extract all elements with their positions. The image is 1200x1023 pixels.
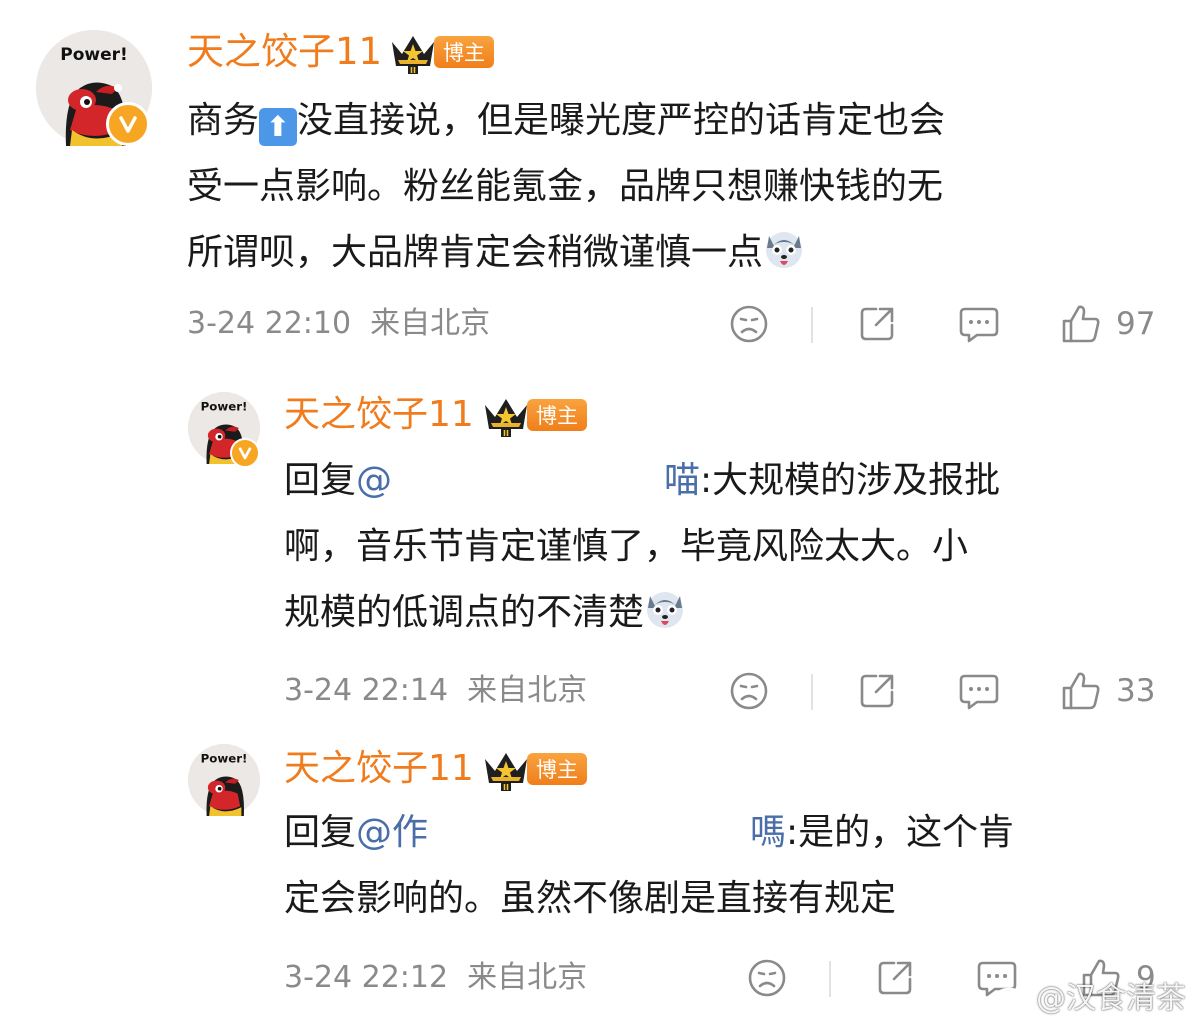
verified-v-icon bbox=[238, 447, 252, 460]
mention-link[interactable]: @作嗎 bbox=[356, 812, 786, 853]
thumbs-up-icon bbox=[1062, 305, 1100, 343]
penguin-avatar-icon: Power! bbox=[188, 744, 260, 816]
comment-item: Power! 天之饺子11 II 博主 商务 ⬆ 没直接说，但是曝光度严控的话肯定也… bbox=[0, 0, 1200, 360]
verified-v-icon bbox=[116, 112, 140, 136]
watermark: @汉食清茶 bbox=[992, 973, 1186, 1017]
comment-line: 所谓呗，大品牌肯定会稍微谨慎一点 bbox=[187, 220, 945, 286]
comment-meta: 3-24 22:12 来自北京 bbox=[284, 957, 587, 999]
share-button[interactable] bbox=[856, 303, 898, 345]
husky-dog-emoji-icon bbox=[647, 592, 684, 628]
crown-icon: II bbox=[485, 753, 527, 791]
weibo-logo-icon bbox=[993, 978, 1032, 1011]
svg-text:II: II bbox=[503, 783, 509, 791]
avatar-caption: Power! bbox=[201, 400, 248, 414]
comment-button[interactable] bbox=[957, 670, 1001, 712]
location: 来自北京 bbox=[467, 960, 588, 995]
verified-badge bbox=[106, 102, 150, 146]
sad-face-icon bbox=[730, 672, 768, 710]
comment-line: 受一点影响。粉丝能氪金，品牌只想赚快钱的无 bbox=[187, 166, 944, 207]
share-button[interactable] bbox=[856, 670, 898, 712]
comment-line: 定会影响的。虽然不像剧是直接有规定 bbox=[284, 878, 897, 919]
comment-line: 回复@ 喵:大规模的涉及报批 bbox=[284, 460, 1001, 501]
username[interactable]: 天之饺子11 bbox=[284, 392, 474, 438]
host-badge: 博主 bbox=[527, 399, 587, 431]
reply-item: Power! 天之饺子11 II 博主 回复@ 喵:大规模的涉及报批 啊，音乐节肯… bbox=[0, 360, 1200, 720]
avatar-caption: Power! bbox=[60, 45, 128, 65]
host-badge: 博主 bbox=[527, 753, 587, 785]
comment-thread: Power! 天之饺子11 II 博主 商务 ⬆ 没直接说，但是曝光度严控的话肯定也… bbox=[0, 0, 1200, 1023]
comment-body: 回复@作 嗎:是的，这个肯 定会影响的。虽然不像剧是直接有规定 bbox=[284, 800, 1014, 932]
timestamp: 3-24 22:14 bbox=[284, 673, 449, 708]
redacted-mask bbox=[392, 463, 665, 501]
comment-line: 啊，音乐节肯定谨慎了，毕竟风险太大。小 bbox=[284, 526, 969, 567]
mention-link[interactable]: @ 喵 bbox=[356, 460, 700, 501]
svg-text:II: II bbox=[503, 429, 509, 437]
timestamp: 3-24 22:10 bbox=[187, 306, 352, 341]
divider bbox=[811, 674, 813, 710]
share-icon bbox=[860, 307, 894, 341]
husky-dog-emoji-icon bbox=[766, 232, 803, 268]
comment-meta: 3-24 22:14 来自北京 bbox=[284, 670, 587, 712]
sad-face-icon bbox=[748, 959, 786, 997]
comment-body: 商务 ⬆ 没直接说，但是曝光度严控的话肯定也会 受一点影响。粉丝能氪金，品牌只想赚快… bbox=[187, 88, 945, 286]
comment-line: 规模的低调点的不清楚 bbox=[284, 580, 1000, 646]
comment-bubble-icon bbox=[959, 674, 999, 710]
host-badge: 博主 bbox=[434, 36, 494, 68]
comment-line: 回复@作 嗎:是的，这个肯 bbox=[284, 812, 1015, 853]
host-badge-group: II 博主 bbox=[388, 30, 494, 74]
host-badge-group: II 博主 bbox=[481, 747, 587, 791]
svg-text:II: II bbox=[410, 66, 416, 74]
like-count: 33 bbox=[1116, 673, 1156, 709]
redacted-mask bbox=[428, 815, 751, 853]
location: 来自北京 bbox=[467, 673, 588, 708]
thumbs-up-icon bbox=[1062, 672, 1100, 710]
timestamp: 3-24 22:12 bbox=[284, 960, 449, 995]
sad-face-icon bbox=[730, 305, 768, 343]
watermark-text: @汉食清茶 bbox=[1036, 981, 1186, 1016]
up-arrow-emoji-icon: ⬆ bbox=[259, 108, 298, 146]
like-button[interactable]: 97 bbox=[1058, 301, 1155, 347]
share-icon bbox=[878, 961, 912, 995]
dislike-button[interactable] bbox=[728, 303, 770, 345]
crown-icon: II bbox=[485, 399, 527, 437]
share-button[interactable] bbox=[874, 957, 916, 999]
dislike-button[interactable] bbox=[746, 957, 788, 999]
avatar[interactable]: Power! bbox=[188, 744, 260, 816]
username[interactable]: 天之饺子11 bbox=[284, 746, 474, 792]
comment-line: 商务 ⬆ 没直接说，但是曝光度严控的话肯定也会 bbox=[187, 88, 945, 154]
host-badge-group: II 博主 bbox=[481, 393, 587, 437]
crown-icon: II bbox=[392, 36, 434, 74]
avatar-caption: Power! bbox=[201, 752, 248, 766]
location: 来自北京 bbox=[370, 306, 491, 341]
comment-meta: 3-24 22:10 来自北京 bbox=[187, 303, 490, 345]
dislike-button[interactable] bbox=[728, 670, 770, 712]
comment-button[interactable] bbox=[957, 303, 1001, 345]
comment-bubble-icon bbox=[959, 307, 999, 343]
like-count: 97 bbox=[1116, 306, 1156, 342]
username[interactable]: 天之饺子11 bbox=[187, 28, 382, 76]
share-icon bbox=[860, 674, 894, 708]
divider bbox=[811, 307, 813, 343]
like-button[interactable]: 33 bbox=[1058, 668, 1155, 714]
verified-badge bbox=[230, 438, 260, 468]
divider bbox=[829, 961, 831, 997]
comment-body: 回复@ 喵:大规模的涉及报批 啊，音乐节肯定谨慎了，毕竟风险太大。小 规模的低调点… bbox=[284, 448, 1000, 646]
